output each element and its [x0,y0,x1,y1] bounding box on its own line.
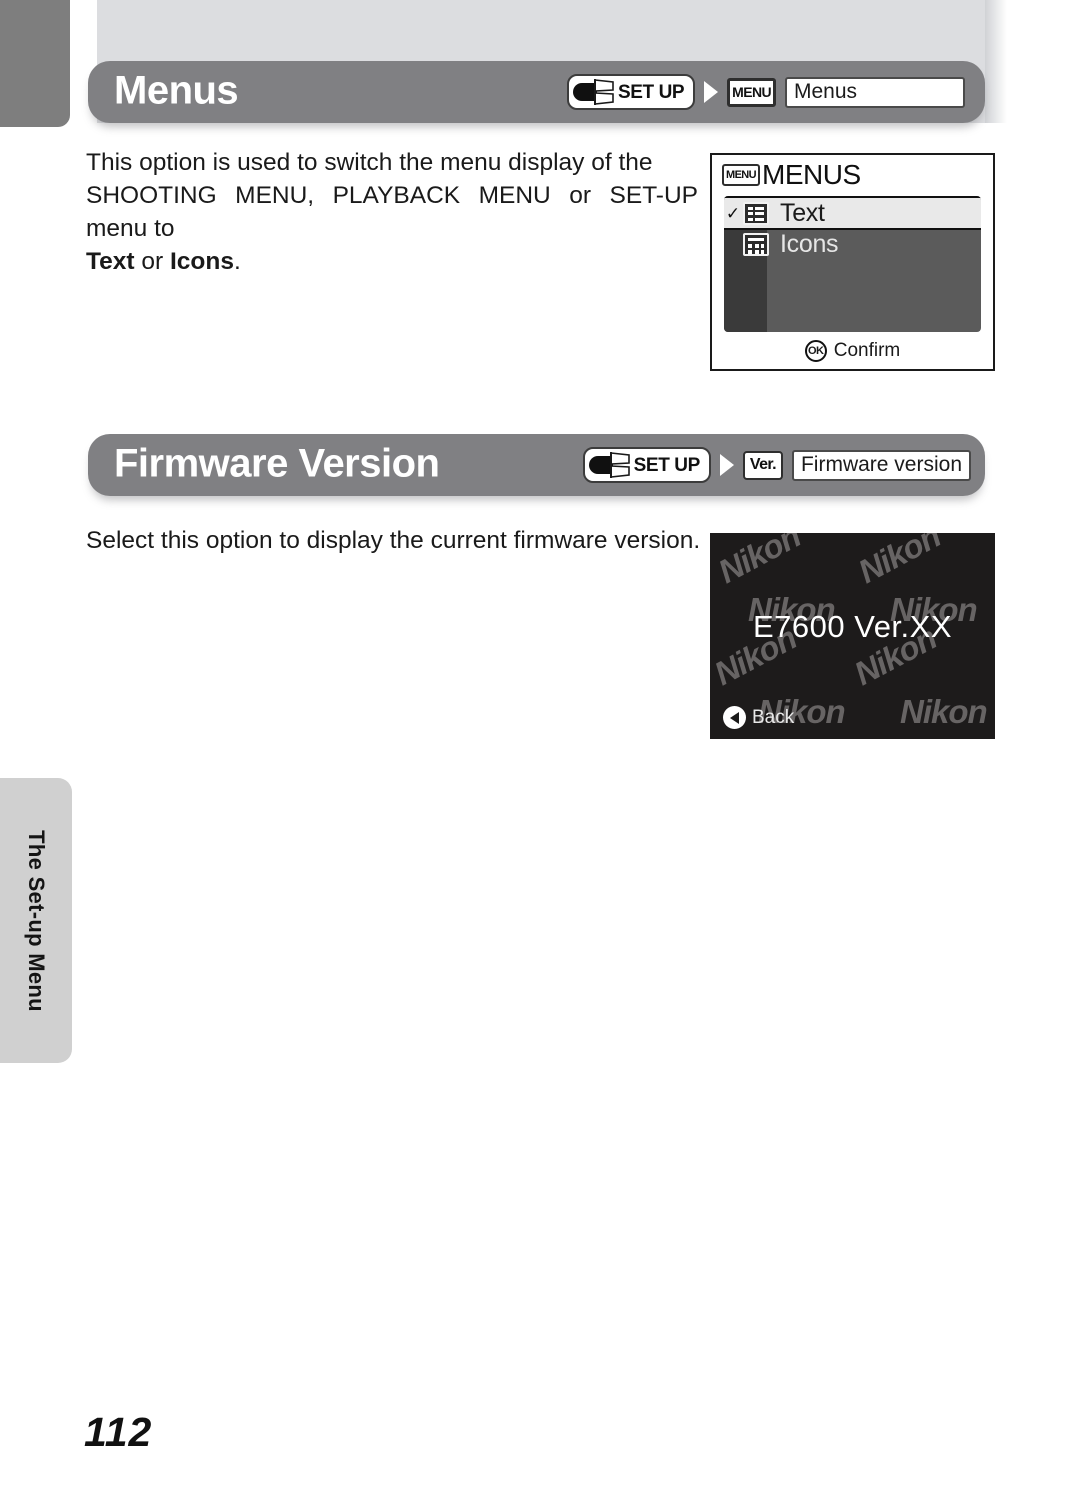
grid-view-icon [743,232,769,256]
lcd-back-control[interactable]: Back [723,706,794,729]
breadcrumb-menus: SET UP MENU Menus [566,74,965,110]
body-line-1: This option is used to switch the menu d… [86,149,653,176]
ok-button-icon: OK [804,340,827,362]
body-text-menus: This option is used to switch the menu d… [86,146,698,278]
lcd-footer-label: Confirm [833,340,901,361]
body-text-firmware: Select this option to display the curren… [86,524,706,557]
lcd-title-menus: MENUS [762,159,861,190]
corner-page-tab [0,0,70,127]
emphasis-icons: Icons [169,248,234,275]
body-line-3: Text or Icons. [86,245,698,278]
lcd-footer-menus: OK Confirm [712,340,993,362]
breadcrumb-field-firmware: Firmware version [791,449,971,481]
mode-dial-label: SET UP [617,81,685,103]
lcd-back-label: Back [752,706,795,728]
lcd-menu-panel: ✓ Text Icons [724,196,981,332]
chapter-side-tab-label: The Set-up Menu [24,829,49,1012]
circle-left-arrow-icon [723,706,746,729]
mode-dial-label: SET UP [633,454,701,476]
checkmark-icon: ✓ [725,203,741,223]
lcd-screen-firmware: Nikon Nikon Nikon Nikon Nikon Nikon Niko… [710,533,995,739]
mode-dial-setup-button[interactable]: SET UP [566,74,696,110]
section-header-menus: Menus SET UP MENU Menus [88,61,985,123]
lcd-menu-label-text: Text [780,198,825,227]
section-title-firmware: Firmware Version [114,441,440,486]
section-title-menus: Menus [114,68,239,113]
body-line-1: Select this option to display the curren… [86,527,701,554]
mode-dial-setup-button[interactable]: SET UP [582,447,711,483]
menu-badge-icon: MENU [722,164,760,186]
mode-dial-icon [572,79,617,105]
lcd-menu-item-icons[interactable]: Icons [724,228,981,260]
nikon-watermark: Nikon [900,693,988,730]
menu-badge-icon: MENU [727,77,776,107]
page-number: 112 [84,1409,153,1455]
nikon-watermark: Nikon [852,533,947,591]
emphasis-text: Text [86,248,135,275]
section-header-firmware: Firmware Version SET UP Ver. Firmware ve… [88,434,985,496]
body-line-2: SHOOTING MENU, PLAYBACK MENU or SET-UP m… [86,182,698,242]
lcd-screen-menus: MENU MENUS ✓ Text Icons OK Confirm [710,153,995,371]
body-conjunction: or [134,248,170,275]
lcd-menu-item-text[interactable]: ✓ Text [724,196,981,230]
breadcrumb-field-menus: Menus [785,76,965,108]
arrow-right-icon [704,81,719,103]
body-period: . [233,248,241,275]
list-view-icon [743,201,769,225]
arrow-right-icon [719,454,734,476]
lcd-menu-label-icons: Icons [780,229,839,258]
nikon-watermark: Nikon [712,533,807,591]
firmware-version-text: E7600 Ver.XX [752,609,953,644]
breadcrumb-firmware: SET UP Ver. Firmware version [582,447,971,483]
chapter-side-tab: The Set-up Menu [0,778,72,1063]
mode-dial-icon [588,452,633,478]
version-badge-icon: Ver. [742,450,783,480]
lcd-header-menus: MENU MENUS [722,161,861,189]
